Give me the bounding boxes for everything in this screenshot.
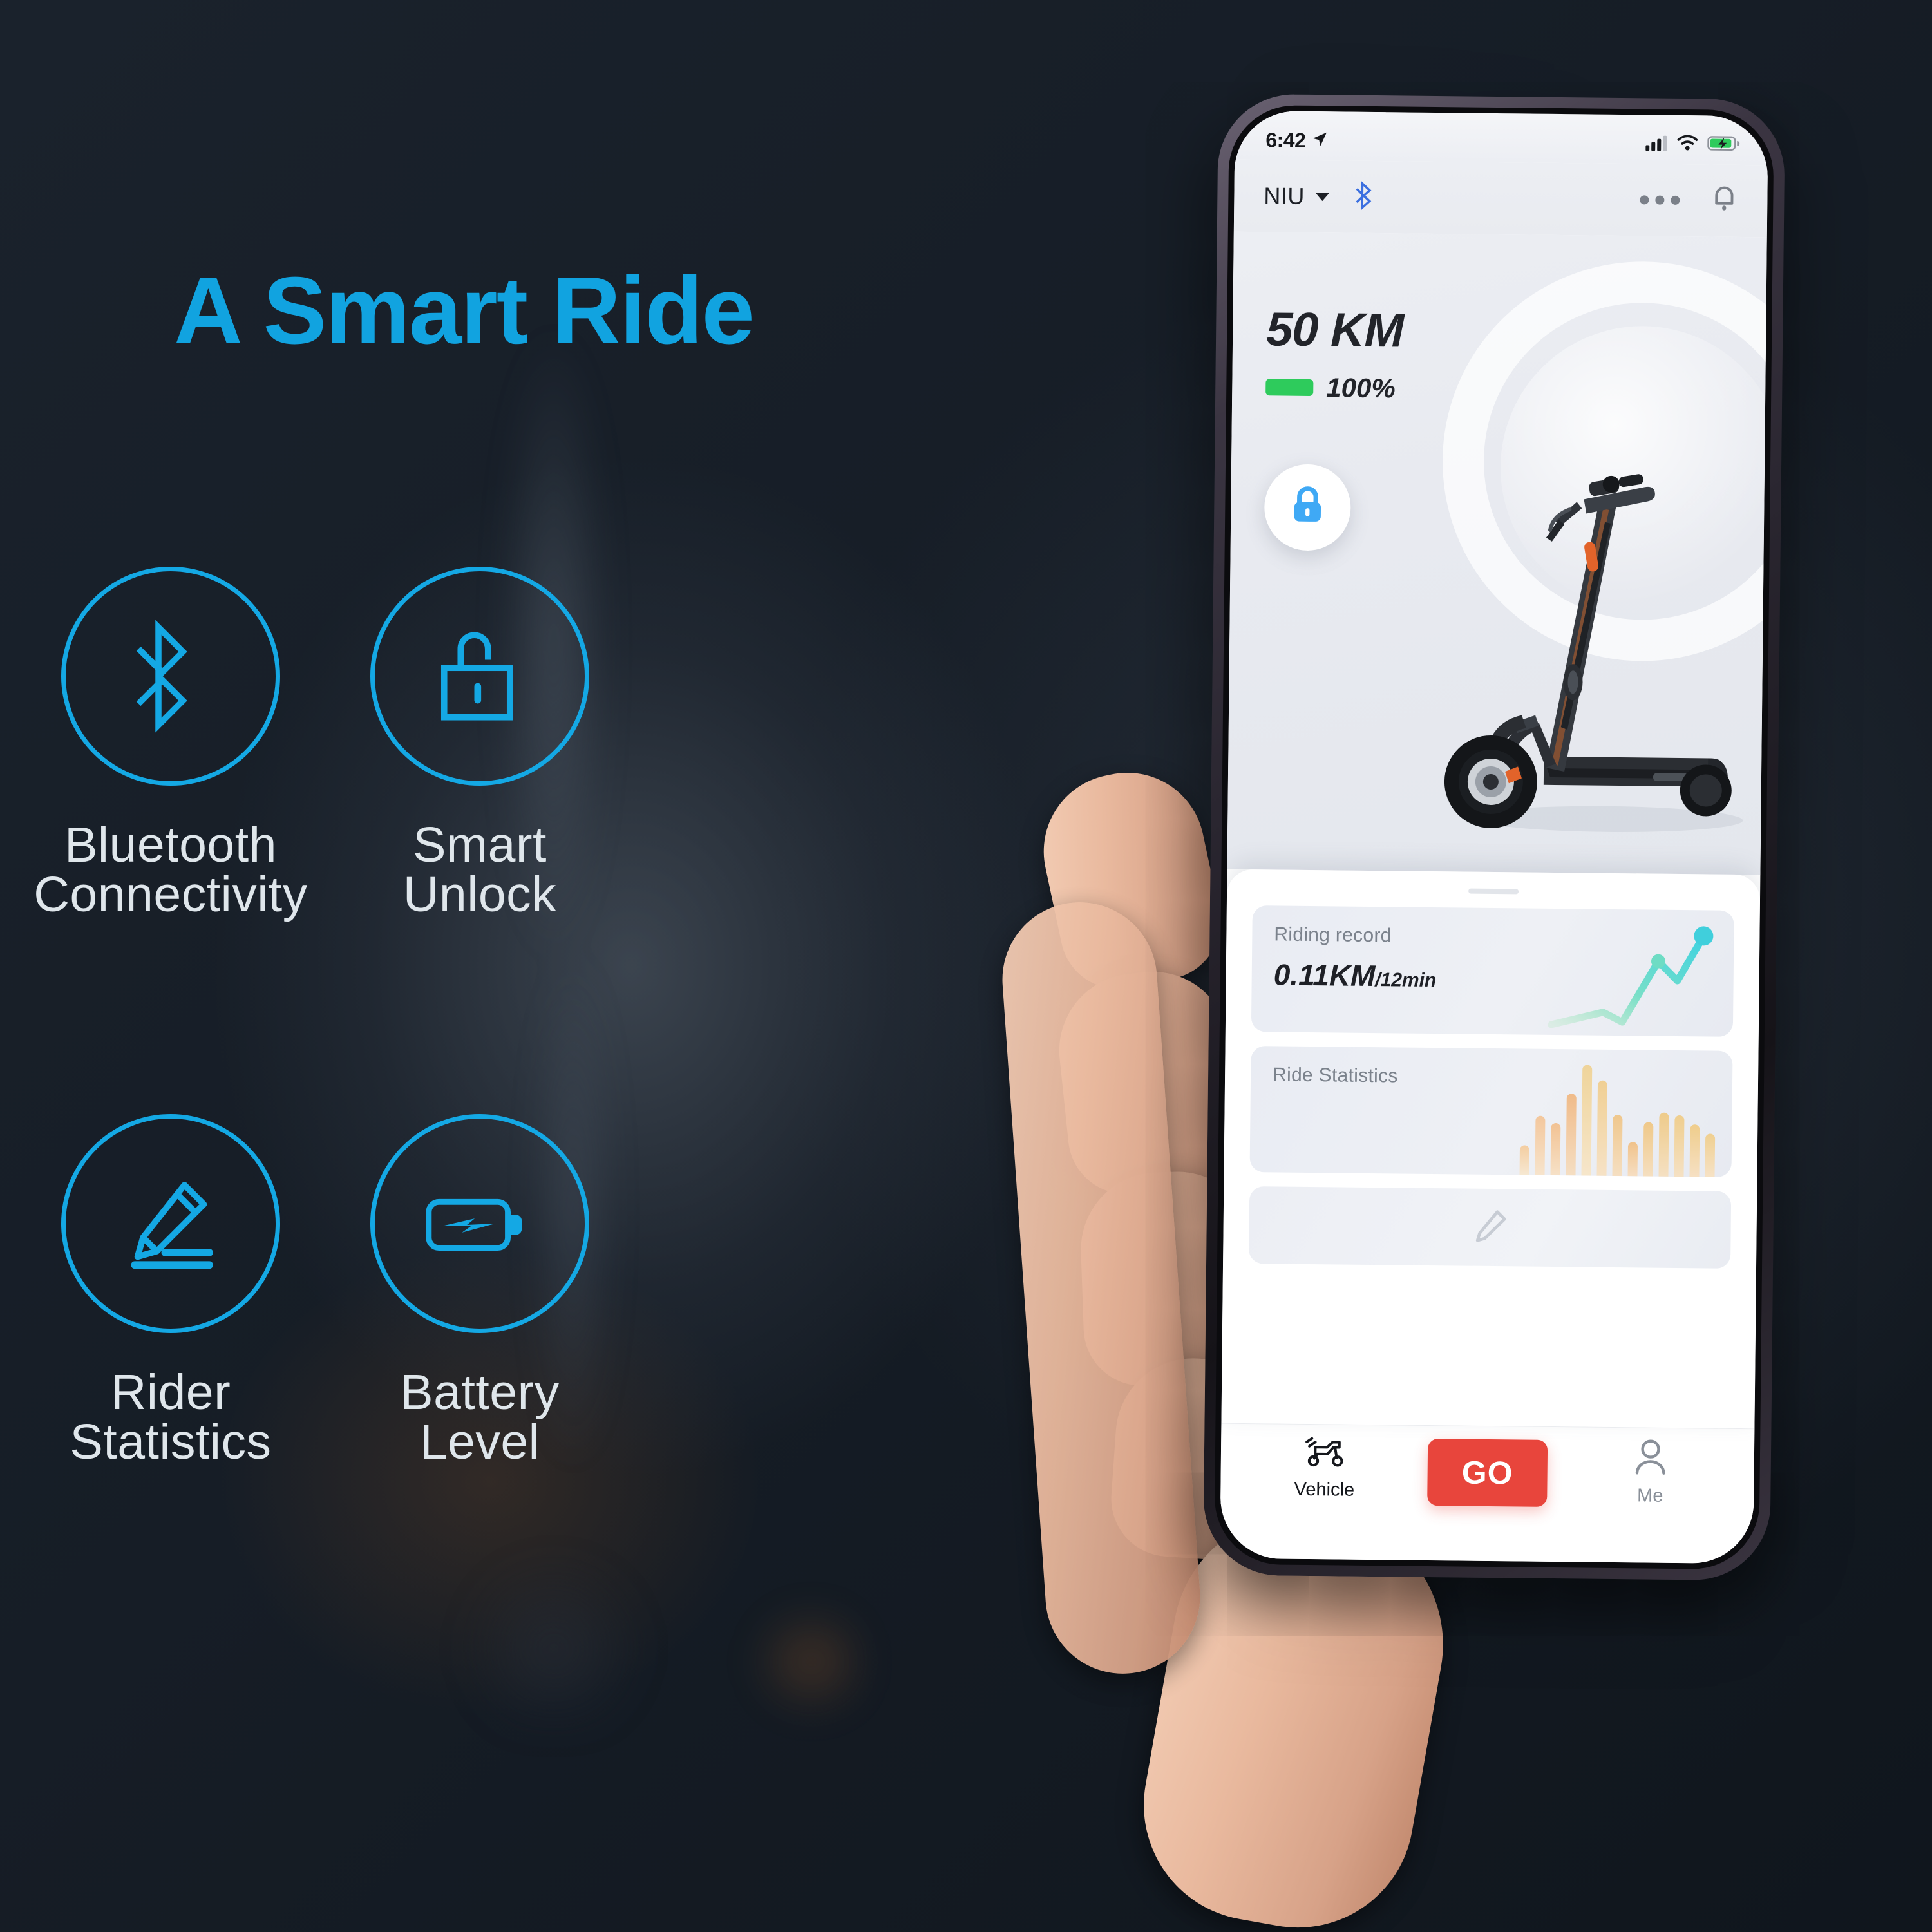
phone-device: 6:42 NIU 50 KM 100% Riding record 0.11KM…: [1202, 93, 1786, 1581]
range-value: 50 KM: [1265, 302, 1404, 357]
bluetooth-icon-circle: [61, 567, 280, 786]
phone-bezel: 6:42 NIU 50 KM 100% Riding record 0.11KM…: [1214, 104, 1774, 1570]
bottom-tab-bar: Vehicle GO Me: [1220, 1423, 1755, 1564]
location-arrow-icon: [1311, 129, 1329, 151]
lock-unlock-icon: [425, 621, 535, 731]
scooter-icon: [1302, 1437, 1348, 1473]
ride-statistics-card[interactable]: Ride Statistics: [1249, 1046, 1733, 1177]
tab-vehicle[interactable]: Vehicle: [1263, 1434, 1386, 1501]
chevron-down-icon[interactable]: [1314, 192, 1329, 201]
pencil-icon: [1469, 1205, 1511, 1250]
bell-icon[interactable]: [1710, 184, 1738, 217]
feature-label: Rider Statistics: [70, 1365, 272, 1470]
phone-mockup: 6:42 NIU 50 KM 100% Riding record 0.11KM…: [997, 93, 1932, 1932]
battery-charging-icon: [1707, 135, 1740, 155]
battery-charging-icon: [419, 1179, 541, 1269]
feature-smart-unlock: Smart Unlock: [332, 567, 628, 920]
app-header: NIU: [1233, 159, 1768, 238]
feature-label: Bluetooth Connectivity: [33, 817, 308, 922]
pencil-writing-icon: [113, 1166, 229, 1282]
bar-chart-icon: [1519, 1061, 1716, 1177]
lock-icon: [1287, 483, 1329, 532]
battery-icon-circle: [370, 1114, 589, 1333]
status-bar: 6:42: [1234, 110, 1768, 166]
vehicle-hero-section: 50 KM 100%: [1227, 231, 1767, 875]
bottom-sheet: Riding record 0.11KM /12min Ride Statist…: [1221, 869, 1761, 1429]
app-header-left: NIU: [1264, 180, 1376, 214]
battery-readout: 100%: [1265, 372, 1403, 404]
riding-record-card[interactable]: Riding record 0.11KM /12min: [1251, 905, 1734, 1037]
tab-label: Vehicle: [1294, 1479, 1355, 1501]
riding-record-distance: 0.11KM: [1273, 958, 1376, 993]
person-icon: [1632, 1439, 1669, 1479]
page-title: A Smart Ride: [174, 258, 755, 364]
brand-name[interactable]: NIU: [1264, 182, 1305, 210]
riding-record-duration: /12min: [1375, 969, 1437, 992]
status-bar-left: 6:42: [1265, 128, 1329, 153]
edit-card[interactable]: [1249, 1186, 1732, 1269]
tab-label: Me: [1636, 1485, 1663, 1506]
status-bar-right: [1645, 134, 1740, 155]
bluetooth-icon[interactable]: [1354, 180, 1376, 213]
bluetooth-icon: [122, 615, 219, 737]
feature-battery-level: Battery Level: [332, 1114, 628, 1467]
sheet-grabber[interactable]: [1468, 888, 1519, 895]
wifi-icon: [1676, 134, 1698, 154]
line-chart-sparkline: [1548, 926, 1714, 1028]
app-header-right: [1640, 184, 1738, 218]
feature-rider-statistics: Rider Statistics: [23, 1114, 319, 1467]
range-readout: 50 KM 100%: [1265, 301, 1404, 404]
status-time: 6:42: [1265, 128, 1306, 152]
electric-scooter-image: [1444, 474, 1743, 832]
left-marketing-panel: A Smart Ride Bluetooth Connectivity Smar…: [0, 0, 1005, 1932]
tab-me[interactable]: Me: [1589, 1438, 1712, 1508]
lock-icon-circle: [370, 567, 589, 786]
more-dots-icon[interactable]: [1640, 195, 1680, 205]
go-button[interactable]: GO: [1427, 1438, 1548, 1507]
pencil-icon-circle: [61, 1114, 280, 1333]
feature-bluetooth: Bluetooth Connectivity: [23, 567, 319, 920]
feature-label: Battery Level: [400, 1365, 560, 1470]
feature-label: Smart Unlock: [402, 817, 557, 922]
battery-bar: [1265, 379, 1314, 397]
phone-screen: 6:42 NIU 50 KM 100% Riding record 0.11KM…: [1220, 110, 1768, 1564]
lock-button[interactable]: [1264, 464, 1352, 551]
battery-percent: 100%: [1326, 372, 1396, 404]
cellular-signal-icon: [1645, 134, 1667, 154]
